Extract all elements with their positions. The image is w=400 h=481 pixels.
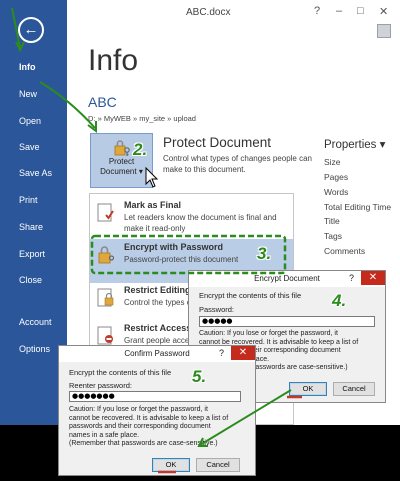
dialog-titlebar[interactable]: Encrypt Document ? ✕ <box>189 271 385 287</box>
document-name: ABC <box>88 94 117 110</box>
sidebar-item-open[interactable]: Open <box>19 116 41 126</box>
cancel-button[interactable]: Cancel <box>196 458 240 472</box>
confirm-password-dialog: Confirm Password ? ✕ Encrypt the content… <box>58 345 256 476</box>
property-title: Title <box>324 216 340 226</box>
property-size: Size <box>324 157 341 167</box>
restrict-editing-icon <box>97 288 114 307</box>
window-title: ABC.docx <box>186 7 231 18</box>
property-tags: Tags <box>324 231 342 241</box>
menu-item-title: Restrict Editing <box>124 285 191 295</box>
dialog-title: Encrypt Document <box>254 274 320 283</box>
protect-button-label-2: Document ▾ <box>100 167 143 176</box>
property-comments: Comments <box>324 246 366 256</box>
caution-line: (Remember that passwords are case-sensit… <box>69 440 218 447</box>
dialog-help-button[interactable]: ? <box>349 273 354 283</box>
property-total-editing-time: Total Editing Time <box>324 202 392 212</box>
sidebar-item-close[interactable]: Close <box>19 275 42 285</box>
minimize-button[interactable]: – <box>336 5 342 17</box>
reenter-password-input[interactable]: ●●●●●●● <box>69 391 241 402</box>
step-5-label: 5. <box>192 367 207 386</box>
caution-text: Caution: If you lose or forget the passw… <box>69 406 228 449</box>
dialog-title: Confirm Password <box>124 349 190 358</box>
sidebar-item-print[interactable]: Print <box>19 195 38 205</box>
property-words: Words <box>324 187 349 197</box>
dialog-titlebar[interactable]: Confirm Password ? ✕ <box>59 346 255 362</box>
account-icon[interactable] <box>377 24 391 38</box>
sidebar-item-export[interactable]: Export <box>19 249 45 259</box>
menu-item-mark-as-final[interactable]: Mark as Final Let readers know the docum… <box>90 197 293 241</box>
dialog-help-button[interactable]: ? <box>219 348 224 358</box>
menu-item-title: Restrict Access <box>124 323 192 333</box>
ok-button[interactable]: OK <box>152 458 190 472</box>
restore-button[interactable]: □ <box>357 5 364 17</box>
lock-key-icon <box>114 140 130 156</box>
sidebar-item-save[interactable]: Save <box>19 142 40 152</box>
back-button[interactable]: ← <box>18 17 44 43</box>
step-2-label: 2. <box>133 140 148 159</box>
sidebar-item-info[interactable]: Info <box>19 62 36 72</box>
properties-header[interactable]: Properties ▾ <box>324 137 385 151</box>
document-path[interactable]: D: » MyWEB » my_site » upload <box>88 114 196 123</box>
protect-document-title: Protect Document <box>163 135 272 150</box>
password-label: Password: <box>199 305 235 314</box>
step-4-label: 4. <box>332 291 347 310</box>
help-button[interactable]: ? <box>314 5 320 17</box>
caution-line: names in a safe place. <box>69 431 140 439</box>
backstage-sidebar: ← Info New Open Save Save As Print Share… <box>0 0 67 425</box>
caution-line: Caution: If you lose or forget the passw… <box>69 406 208 413</box>
caution-line: Caution: If you lose or forget the passw… <box>199 330 338 337</box>
sidebar-item-account[interactable]: Account <box>19 317 52 327</box>
sidebar-item-new[interactable]: New <box>19 89 37 99</box>
password-input[interactable]: ●●●●● <box>199 316 375 327</box>
reenter-password-label: Reenter password: <box>69 381 132 390</box>
dialog-close-button[interactable]: ✕ <box>361 271 385 285</box>
dialog-heading: Encrypt the contents of this file <box>199 291 302 300</box>
sidebar-item-save-as[interactable]: Save As <box>19 168 52 178</box>
step-3-label: 3. <box>257 244 272 263</box>
mark-final-icon <box>97 203 114 222</box>
dialog-heading: Encrypt the contents of this file <box>69 368 172 377</box>
sidebar-item-options[interactable]: Options <box>19 344 50 354</box>
cancel-button[interactable]: Cancel <box>333 382 375 396</box>
ok-button[interactable]: OK <box>289 382 327 396</box>
menu-item-title: Mark as Final <box>124 200 182 210</box>
protect-document-description: Control what types of changes people can… <box>163 154 312 174</box>
dialog-body: Encrypt the contents of this file Reente… <box>59 362 255 475</box>
dialog-close-button[interactable]: ✕ <box>231 346 255 360</box>
page-title: Info <box>88 44 139 77</box>
property-pages: Pages <box>324 172 349 182</box>
menu-item-description: Let readers know the document is final a… <box>124 213 277 233</box>
menu-item-title: Encrypt with Password <box>124 242 224 252</box>
restrict-access-icon <box>97 326 113 345</box>
sidebar-item-share[interactable]: Share <box>19 222 43 232</box>
caution-line: passwords and their corresponding docume… <box>69 423 211 430</box>
caution-line: cannot be recovered. It is advisable to … <box>69 414 229 422</box>
back-arrow-icon: ← <box>23 21 39 38</box>
encrypt-lock-icon <box>98 246 115 264</box>
close-window-button[interactable]: ✕ <box>379 5 388 18</box>
